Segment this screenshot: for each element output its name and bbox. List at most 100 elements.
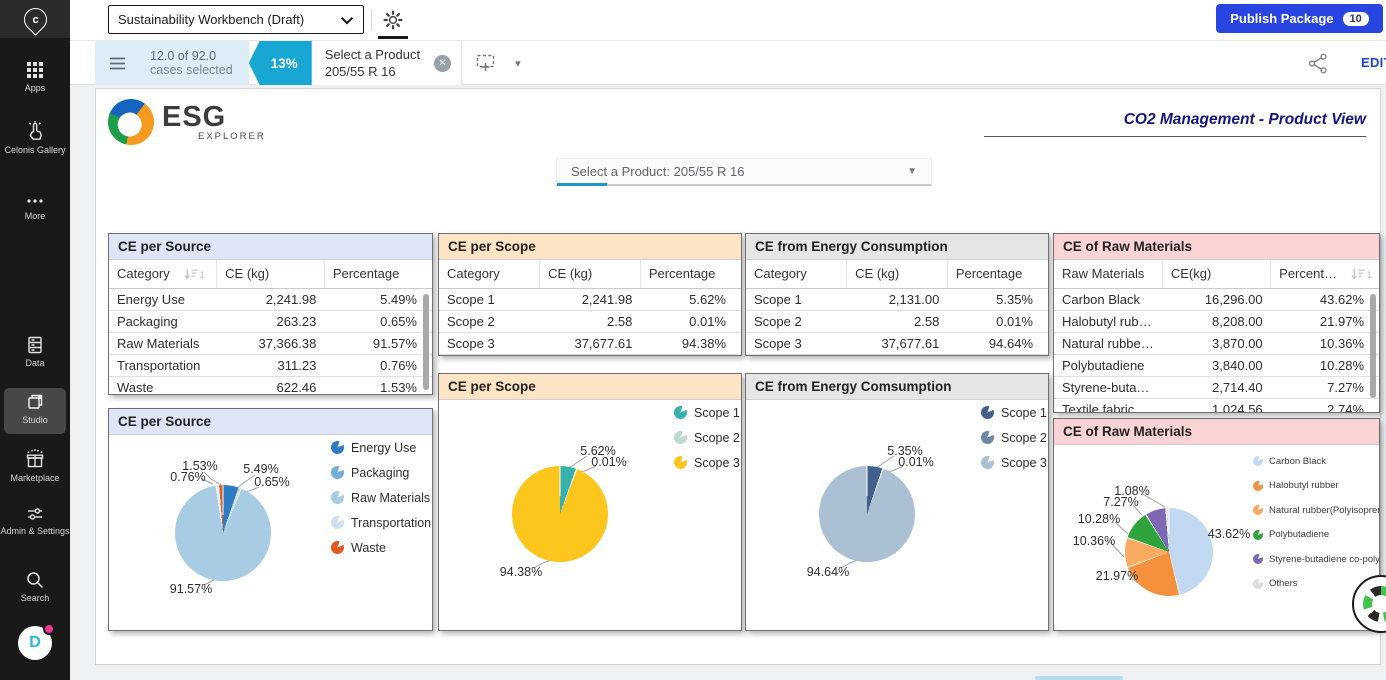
dashboard-card: ESG EXPLORER CO2 Management - Product Vi… — [95, 88, 1381, 665]
legend-item[interactable]: Natural rubber(Polyisoprene) — [1253, 498, 1379, 523]
share-button[interactable] — [1308, 53, 1328, 79]
table-row[interactable]: Styrene-buta…2,714.407.27% — [1054, 376, 1379, 398]
sidebar-label: Apps — [0, 83, 70, 94]
panel-ce-raw-materials-table: CE of Raw Materials Raw MaterialsCE(kg)P… — [1053, 233, 1380, 413]
row-value-cell: 21.97% — [1271, 310, 1379, 332]
table-row[interactable]: Scope 12,241.985.62% — [439, 288, 741, 310]
sort-icon[interactable]: 1 — [184, 268, 205, 281]
product-select-dropdown[interactable]: Select a Product: 205/55 R 16 ▼ — [556, 158, 932, 186]
legend-item[interactable]: Waste — [331, 535, 431, 560]
table-row[interactable]: Waste622.461.53% — [109, 376, 432, 395]
legend-pie-glyph-icon — [981, 431, 994, 444]
menu-button[interactable] — [95, 41, 140, 85]
chart-legend: Scope 1 Scope 2Scope 3 — [674, 400, 740, 475]
table-row[interactable]: Scope 337,677.6194.38% — [439, 332, 741, 354]
filter-name: Select a Product — [325, 46, 420, 63]
celonis-logo[interactable]: c — [0, 0, 70, 38]
column-header[interactable]: CE(kg) — [1162, 260, 1270, 288]
pie-chart-ce-per-scope[interactable] — [512, 466, 608, 562]
row-category-cell: Carbon Black — [1054, 288, 1162, 310]
column-header[interactable]: Percentage — [324, 260, 432, 288]
row-value-cell: 263.23 — [217, 310, 325, 332]
remove-filter-button[interactable]: ✕ — [434, 55, 451, 72]
sidebar-item-data[interactable]: Data — [0, 335, 70, 369]
product-filter-chip[interactable]: Select a Product 205/55 R 16 ✕ — [312, 41, 461, 85]
horizontal-scrollbar-thumb[interactable] — [1035, 676, 1123, 680]
legend-item[interactable]: Scope 3 — [674, 450, 740, 475]
sidebar-item-celonis-gallery[interactable]: Celonis Gallery — [0, 120, 70, 156]
sidebar-item-apps[interactable]: Apps — [0, 60, 70, 94]
table-row[interactable]: Raw Materials37,366.3891.57% — [109, 332, 432, 354]
legend-item[interactable]: Polybutadiene — [1253, 523, 1379, 548]
cases-value: 12.0 of 92.0 — [150, 49, 233, 63]
legend-item[interactable]: Raw Materials — [331, 485, 431, 510]
table-row[interactable]: Polybutadiene3,840.0010.28% — [1054, 354, 1379, 376]
cases-selected-summary[interactable]: 12.0 of 92.0 cases selected — [140, 41, 249, 85]
table-scrollbar[interactable] — [423, 294, 429, 390]
add-selection-icon[interactable] — [476, 54, 499, 73]
table-row[interactable]: Scope 12,131.005.35% — [746, 288, 1048, 310]
settings-gear-button[interactable] — [380, 8, 406, 32]
column-header[interactable]: Category — [746, 260, 847, 288]
legend-item[interactable]: Scope 1 — [674, 400, 740, 425]
legend-item[interactable]: Transportation — [331, 510, 431, 535]
selection-tools: ▾ — [462, 41, 535, 85]
sidebar-item-search[interactable]: Search — [0, 570, 70, 604]
legend-item[interactable]: Scope 2 — [981, 425, 1047, 450]
pie-label: 10.36% — [1073, 534, 1115, 548]
avatar: D — [18, 626, 52, 660]
legend-item[interactable]: Styrene-butadiene co-polymer — [1253, 547, 1379, 572]
column-header[interactable]: CE (kg) — [847, 260, 948, 288]
panel-ce-energy-pie: CE from Energy Comsumption 5.35% 0.01% 9… — [745, 373, 1049, 631]
column-header[interactable]: Percentage — [947, 260, 1048, 288]
table-scrollbar[interactable] — [1370, 294, 1376, 398]
sliders-icon — [25, 505, 45, 523]
table-row[interactable]: Scope 22.580.01% — [439, 310, 741, 332]
legend-item[interactable]: Energy Use — [331, 435, 431, 460]
column-header[interactable]: Percentage — [640, 260, 741, 288]
column-header[interactable]: Category1 — [109, 260, 217, 288]
table-row[interactable]: Carbon Black16,296.0043.62% — [1054, 288, 1379, 310]
pie-label: 94.38% — [500, 565, 542, 579]
pie-chart-ce-energy[interactable] — [819, 466, 915, 562]
selection-percentage: 13% — [271, 56, 298, 71]
legend-item[interactable]: Scope 1 — [981, 400, 1047, 425]
column-header[interactable]: Percent…1 — [1271, 260, 1379, 288]
publish-count-badge: 10 — [1343, 12, 1369, 26]
legend-item[interactable]: Halobutyl rubber — [1253, 474, 1379, 499]
table-row[interactable]: Energy Use2,241.985.49% — [109, 288, 432, 310]
legend-item[interactable]: Carbon Black — [1253, 449, 1379, 474]
table-row[interactable]: Scope 22.580.01% — [746, 310, 1048, 332]
legend-label: Scope 1 — [694, 406, 740, 420]
table-row[interactable]: Transportation311.230.76% — [109, 354, 432, 376]
notification-dot — [43, 623, 55, 635]
sidebar-item-marketplace[interactable]: Marketplace — [0, 449, 70, 484]
sort-icon[interactable]: 1 — [1351, 268, 1372, 281]
table-row[interactable]: Scope 337,677.6194.64% — [746, 332, 1048, 354]
divider — [371, 9, 372, 31]
legend-item[interactable]: Scope 2 — [674, 425, 740, 450]
legend-item[interactable]: Packaging — [331, 460, 431, 485]
column-header[interactable]: Raw Materials — [1054, 260, 1162, 288]
legend-item[interactable]: Scope 3 — [981, 450, 1047, 475]
edit-button[interactable]: EDIT — [1361, 55, 1386, 70]
table-row[interactable]: Halobutyl rub…8,208.0021.97% — [1054, 310, 1379, 332]
workbench-selector[interactable]: Sustainability Workbench (Draft) — [108, 5, 364, 34]
publish-package-button[interactable]: Publish Package 10 — [1216, 4, 1383, 33]
sidebar-item-more[interactable]: More — [0, 194, 70, 222]
pie-chart-ce-per-source[interactable] — [175, 485, 271, 581]
selection-dropdown-caret[interactable]: ▾ — [515, 57, 521, 70]
sidebar-item-admin-settings[interactable]: Admin & Settings — [0, 505, 70, 537]
sidebar-label: Studio — [0, 415, 70, 426]
sidebar-item-studio[interactable]: Studio — [0, 392, 70, 426]
column-header[interactable]: Category — [439, 260, 540, 288]
pie-label: 0.65% — [254, 475, 289, 489]
table-row[interactable]: Packaging263.230.65% — [109, 310, 432, 332]
row-value-cell: 3,870.00 — [1162, 332, 1270, 354]
table-row[interactable]: Natural rubbe…3,870.0010.36% — [1054, 332, 1379, 354]
table-row[interactable]: Textile fabric1,024.562.74% — [1054, 398, 1379, 413]
cases-caption: cases selected — [150, 63, 233, 77]
user-avatar[interactable]: D — [0, 626, 70, 660]
column-header[interactable]: CE (kg) — [217, 260, 325, 288]
column-header[interactable]: CE (kg) — [540, 260, 641, 288]
